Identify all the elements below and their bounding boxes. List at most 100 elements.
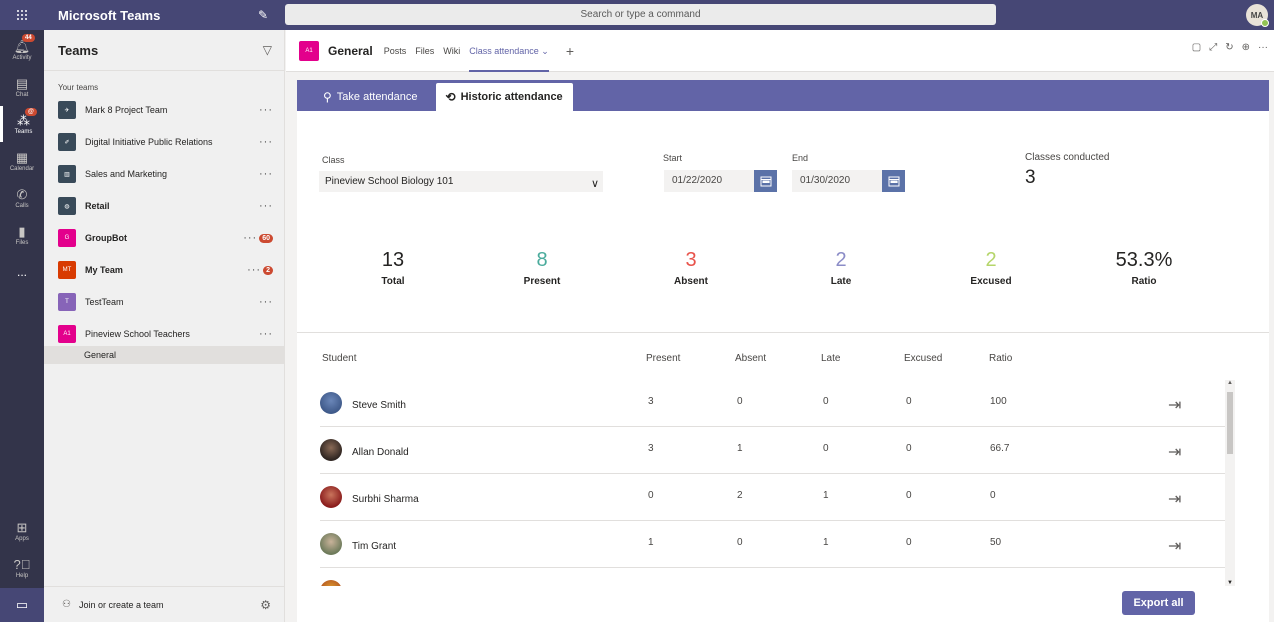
column-header-present[interactable]: Present <box>646 353 680 364</box>
tab-label: Take attendance <box>336 91 418 103</box>
absent-count: 0 <box>737 537 743 548</box>
app-launcher-icon[interactable] <box>0 0 44 30</box>
refresh-icon[interactable]: ↻ <box>1225 42 1233 53</box>
stat-absent: 3 Absent <box>631 248 751 287</box>
team-item[interactable]: ◍ Retail ··· <box>44 190 285 222</box>
stat-value: 3 <box>685 249 697 271</box>
ratio-value: 100 <box>990 396 1007 407</box>
teams-title: Teams <box>58 42 99 58</box>
stat-ratio: 53.3% Ratio <box>1084 248 1204 287</box>
scroll-up-icon[interactable]: ▲ <box>1227 380 1233 386</box>
table-row[interactable]: Tim Grant 1 0 1 0 50 ⇥ <box>320 521 1226 568</box>
more-options-icon[interactable]: ··· <box>259 168 273 180</box>
new-chat-icon[interactable]: ✎ <box>258 8 282 22</box>
tab-class-attendance[interactable]: Class attendance ⌄ <box>469 30 549 72</box>
rail-files[interactable]: ▮ Files <box>0 217 44 253</box>
more-options-icon[interactable]: ··· <box>259 136 273 148</box>
team-item[interactable]: ✐ Digital Initiative Public Relations ··… <box>44 126 285 158</box>
table-row[interactable]: Surbhi Sharma 0 2 1 0 0 ⇥ <box>320 474 1226 521</box>
rail-label: Help <box>15 572 29 579</box>
conversation-icon[interactable]: ▢ <box>1192 42 1201 53</box>
join-create-team-button[interactable]: ⚇ Join or create a team ⚙ <box>44 586 285 622</box>
scroll-thumb[interactable] <box>1227 392 1233 454</box>
late-count: 0 <box>823 443 829 454</box>
column-header-excused[interactable]: Excused <box>904 353 942 364</box>
column-header-late[interactable]: Late <box>821 353 840 364</box>
export-row-icon[interactable]: ⇥ <box>1168 442 1181 462</box>
filter-icon[interactable]: ▽ <box>263 43 272 57</box>
export-row-icon[interactable]: ⇥ <box>1168 536 1181 556</box>
more-options-icon[interactable]: ··· <box>259 296 273 308</box>
class-dropdown[interactable]: Pineview School Biology 101 ∨ <box>319 171 603 192</box>
end-date-input[interactable]: 01/30/2020 <box>792 170 882 192</box>
stat-value: 2 <box>985 249 997 271</box>
user-avatar[interactable]: MA <box>1246 4 1269 27</box>
globe-icon[interactable]: ⊕ <box>1242 42 1250 53</box>
attendance-app: ⚲ Take attendance ⟲ Historic attendance … <box>297 80 1269 622</box>
export-row-icon[interactable]: ⇥ <box>1168 395 1181 415</box>
absent-count: 0 <box>737 396 743 407</box>
rail-teams[interactable]: ⁂ Teams @ <box>0 106 44 142</box>
export-row-icon[interactable]: ⇥ <box>1168 489 1181 509</box>
class-label: Class <box>322 155 345 165</box>
team-item[interactable]: MT My Team ··· 2 <box>44 254 285 286</box>
stat-late: 2 Late <box>781 248 901 287</box>
team-icon: A1 <box>58 325 76 343</box>
start-label: Start <box>663 153 683 163</box>
rail-apps[interactable]: ⊞ Apps <box>0 513 44 549</box>
teams-mention-badge: @ <box>25 108 37 116</box>
channel-tools: ▢ ⤢ ↻ ⊕ ··· <box>1192 42 1268 53</box>
start-date-input[interactable]: 01/22/2020 <box>664 170 754 192</box>
more-apps-icon[interactable]: ... <box>0 254 44 290</box>
team-name: Retail <box>85 201 110 211</box>
search-input[interactable]: Search or type a command <box>285 4 996 25</box>
rail-chat[interactable]: ▤ Chat <box>0 69 44 105</box>
scroll-down-icon[interactable]: ▼ <box>1227 580 1233 586</box>
ratio-value: 66.7 <box>990 443 1010 454</box>
settings-gear-icon[interactable]: ⚙ <box>260 598 271 612</box>
table-row[interactable]: Allan Donald 3 1 0 0 66.7 ⇥ <box>320 427 1226 474</box>
stat-label: Excused <box>970 276 1012 287</box>
tab-take-attendance[interactable]: ⚲ Take attendance <box>313 83 428 111</box>
start-calendar-icon[interactable] <box>754 170 777 192</box>
column-header-absent[interactable]: Absent <box>735 353 766 364</box>
app-tab-bar: ⚲ Take attendance ⟲ Historic attendance <box>297 80 1269 111</box>
tab-historic-attendance[interactable]: ⟲ Historic attendance <box>435 83 573 111</box>
rail-calls[interactable]: ✆ Calls <box>0 180 44 216</box>
team-item[interactable]: ✈ Mark 8 Project Team ··· <box>44 94 285 126</box>
tab-posts[interactable]: Posts <box>384 30 407 72</box>
channel-header: A1 General Posts Files Wiki Class attend… <box>286 30 1274 72</box>
more-options-icon[interactable]: ··· <box>243 232 257 244</box>
phone-icon: ✆ <box>16 186 28 202</box>
expand-icon[interactable]: ⤢ <box>1209 42 1217 53</box>
more-options-icon[interactable]: ··· <box>259 104 273 116</box>
rail-calendar[interactable]: ▦ Calendar <box>0 143 44 179</box>
channel-general[interactable]: General <box>44 346 285 364</box>
rail-activity[interactable]: 🔔︎ Activity 44 <box>0 32 44 68</box>
more-options-icon[interactable]: ··· <box>1258 42 1268 53</box>
excused-count: 0 <box>906 490 912 501</box>
add-tab-icon[interactable]: + <box>566 43 574 59</box>
rail-label: Calls <box>15 202 29 209</box>
end-calendar-icon[interactable] <box>882 170 905 192</box>
more-options-icon[interactable]: ··· <box>259 200 273 212</box>
download-app-icon[interactable]: ▭ <box>0 588 44 622</box>
more-options-icon[interactable]: ··· <box>247 264 261 276</box>
export-all-button[interactable]: Export all <box>1122 591 1195 615</box>
column-header-student[interactable]: Student <box>322 353 356 364</box>
rail-help[interactable]: ?⃝ Help <box>0 550 44 586</box>
table-row[interactable]: Steve Smith 3 0 0 0 100 ⇥ <box>320 380 1226 427</box>
team-name: Mark 8 Project Team <box>85 105 168 115</box>
more-options-icon[interactable]: ··· <box>259 328 273 340</box>
tab-wiki[interactable]: Wiki <box>443 30 460 72</box>
table-scrollbar[interactable]: ▲ ▼ <box>1225 380 1235 586</box>
column-header-ratio[interactable]: Ratio <box>989 353 1012 364</box>
team-item[interactable]: ▥ Sales and Marketing ··· <box>44 158 285 190</box>
late-count: 1 <box>823 490 829 501</box>
team-item[interactable]: G GroupBot ··· 60 <box>44 222 285 254</box>
tab-files[interactable]: Files <box>415 30 434 72</box>
title-bar: Microsoft Teams ✎ Search or type a comma… <box>0 0 1274 30</box>
rail-label: Files <box>15 239 29 246</box>
team-item[interactable]: T TestTeam ··· <box>44 286 285 318</box>
team-icon: ✐ <box>58 133 76 151</box>
